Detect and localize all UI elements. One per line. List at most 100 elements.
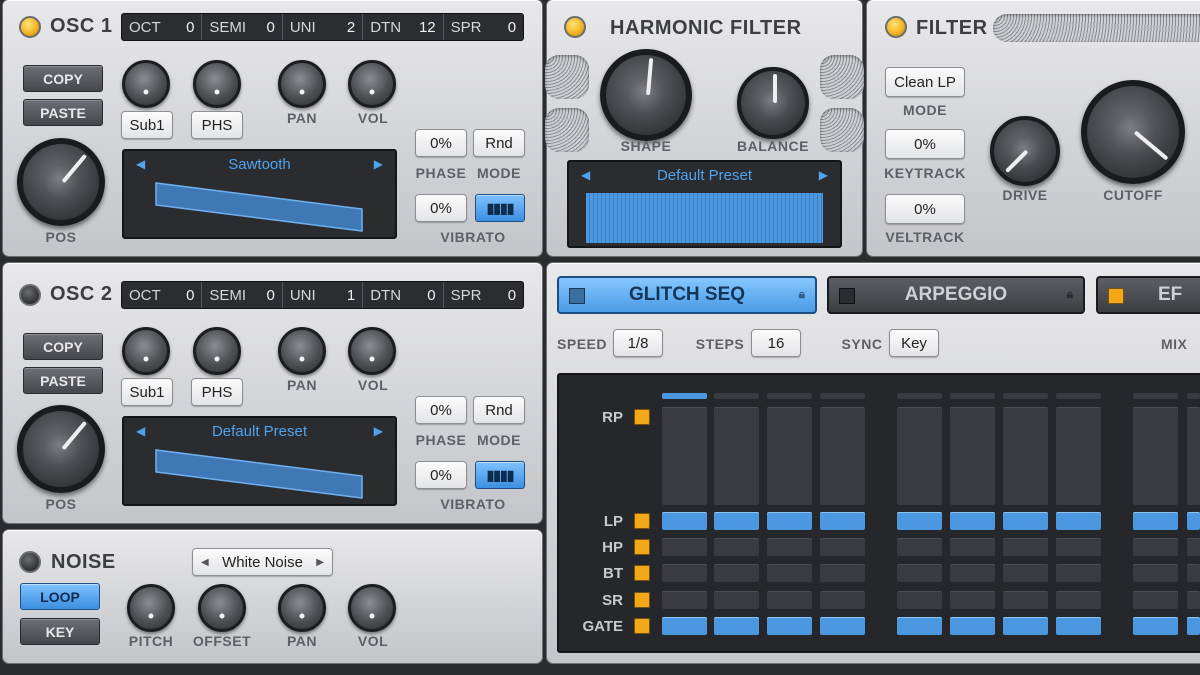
sr-step[interactable] — [1056, 591, 1101, 609]
noise-type-selector[interactable]: ◀ White Noise ▶ — [192, 548, 333, 576]
gate-step[interactable] — [897, 617, 942, 635]
harmonic-shape-knob[interactable] — [600, 49, 692, 141]
hp-step[interactable] — [767, 538, 812, 556]
bt-step[interactable] — [1056, 564, 1101, 582]
osc2-spr[interactable]: SPR 0 — [444, 282, 523, 308]
bt-step[interactable] — [950, 564, 995, 582]
osc2-sub-knob[interactable] — [122, 327, 170, 375]
osc2-mode-value[interactable]: Rnd — [473, 396, 525, 424]
sr-step[interactable] — [1187, 591, 1200, 609]
osc2-vol-knob[interactable] — [348, 327, 396, 375]
osc1-pos-knob[interactable] — [17, 138, 105, 226]
gate-step[interactable] — [714, 617, 759, 635]
lp-step[interactable] — [1187, 512, 1200, 530]
osc2-pos-knob[interactable] — [17, 405, 105, 493]
osc2-sub-select[interactable]: Sub1 — [121, 378, 173, 406]
osc2-phs-select[interactable]: PHS — [191, 378, 243, 406]
bt-step[interactable] — [897, 564, 942, 582]
bt-step[interactable] — [1003, 564, 1048, 582]
lp-step[interactable] — [1003, 512, 1048, 530]
rp-step[interactable] — [950, 407, 995, 505]
osc2-copy-button[interactable]: COPY — [23, 333, 103, 360]
harmonic-balance-knob[interactable] — [737, 67, 809, 139]
filter-mode-value[interactable]: Clean LP — [885, 67, 965, 97]
rp-step[interactable] — [767, 407, 812, 505]
sr-step[interactable] — [950, 591, 995, 609]
osc2-vibrato-value[interactable]: 0% — [415, 461, 467, 489]
lp-step[interactable] — [950, 512, 995, 530]
prev-arrow-icon[interactable]: ◀ — [581, 168, 590, 182]
rp-step[interactable] — [1187, 407, 1200, 505]
hp-step[interactable] — [662, 538, 707, 556]
osc2-keyboard-toggle[interactable]: ▮▮▮▮ — [475, 461, 525, 489]
osc1-copy-button[interactable]: COPY — [23, 65, 103, 92]
gate-step[interactable] — [1187, 617, 1200, 635]
harmonic-power-led[interactable] — [564, 16, 586, 38]
osc1-phs-select[interactable]: PHS — [191, 111, 243, 139]
osc1-semi[interactable]: SEMI 0 — [202, 14, 283, 40]
gate-step[interactable] — [1003, 617, 1048, 635]
lp-step[interactable] — [820, 512, 865, 530]
osc1-oct[interactable]: OCT 0 — [122, 14, 203, 40]
next-arrow-icon[interactable]: ▶ — [316, 557, 324, 568]
osc2-phase-value[interactable]: 0% — [415, 396, 467, 424]
row-toggle-sr[interactable] — [634, 592, 650, 608]
sr-step[interactable] — [820, 591, 865, 609]
row-toggle-bt[interactable] — [634, 565, 650, 581]
gate-step[interactable] — [1056, 617, 1101, 635]
osc1-phase-value[interactable]: 0% — [415, 129, 467, 157]
noise-vol-knob[interactable] — [348, 584, 396, 632]
osc1-mode-value[interactable]: Rnd — [473, 129, 525, 157]
osc1-vibrato-value[interactable]: 0% — [415, 194, 467, 222]
hp-step[interactable] — [1133, 538, 1178, 556]
osc1-keyboard-toggle[interactable]: ▮▮▮▮ — [475, 194, 525, 222]
filter-veltrack-value[interactable]: 0% — [885, 194, 965, 224]
osc2-paste-button[interactable]: PASTE — [23, 367, 103, 394]
lp-step[interactable] — [662, 512, 707, 530]
osc1-pan-knob[interactable] — [278, 60, 326, 108]
lp-step[interactable] — [897, 512, 942, 530]
bt-step[interactable] — [1133, 564, 1178, 582]
harmonic-preset-display[interactable]: ◀ Default Preset ▶ — [567, 160, 842, 248]
gate-step[interactable] — [767, 617, 812, 635]
sync-value[interactable]: Key — [889, 329, 939, 357]
osc2-pan-knob[interactable] — [278, 327, 326, 375]
osc2-wavetable-display[interactable]: ◀ Default Preset ▶ — [122, 416, 397, 506]
hp-step[interactable] — [1003, 538, 1048, 556]
osc2-semi[interactable]: SEMI 0 — [202, 282, 283, 308]
rp-step[interactable] — [1003, 407, 1048, 505]
filter-power-led[interactable] — [885, 16, 907, 38]
gate-step[interactable] — [662, 617, 707, 635]
sr-step[interactable] — [767, 591, 812, 609]
hp-step[interactable] — [950, 538, 995, 556]
bt-step[interactable] — [662, 564, 707, 582]
osc1-sub-select[interactable]: Sub1 — [121, 111, 173, 139]
osc1-sub-knob[interactable] — [122, 60, 170, 108]
preset-selector[interactable]: ◀ Default Preset ▶ — [569, 164, 840, 186]
noise-pitch-knob[interactable] — [127, 584, 175, 632]
next-arrow-icon[interactable]: ▶ — [819, 168, 828, 182]
osc1-wavetable-display[interactable]: ◀ Sawtooth ▶ — [122, 149, 397, 239]
tab-glitch-seq[interactable]: GLITCH SEQ 🔒︎ — [557, 276, 817, 314]
osc1-phs-knob[interactable] — [193, 60, 241, 108]
row-toggle-lp[interactable] — [634, 513, 650, 529]
osc1-dtn[interactable]: DTN 12 — [363, 14, 444, 40]
gate-step[interactable] — [1133, 617, 1178, 635]
sr-step[interactable] — [897, 591, 942, 609]
row-toggle-gate[interactable] — [634, 618, 650, 634]
osc2-oct[interactable]: OCT 0 — [122, 282, 203, 308]
gate-step[interactable] — [820, 617, 865, 635]
osc1-vol-knob[interactable] — [348, 60, 396, 108]
sr-step[interactable] — [1133, 591, 1178, 609]
hp-step[interactable] — [897, 538, 942, 556]
osc1-power-led[interactable] — [19, 16, 41, 38]
bt-step[interactable] — [767, 564, 812, 582]
bt-step[interactable] — [820, 564, 865, 582]
noise-loop-button[interactable]: LOOP — [20, 583, 100, 610]
tab-arpeggio[interactable]: ARPEGGIO 🔒︎ — [827, 276, 1085, 314]
noise-pan-knob[interactable] — [278, 584, 326, 632]
rp-step[interactable] — [1056, 407, 1101, 505]
osc1-paste-button[interactable]: PASTE — [23, 99, 103, 126]
osc2-uni[interactable]: UNI 1 — [283, 282, 364, 308]
hp-step[interactable] — [1187, 538, 1200, 556]
